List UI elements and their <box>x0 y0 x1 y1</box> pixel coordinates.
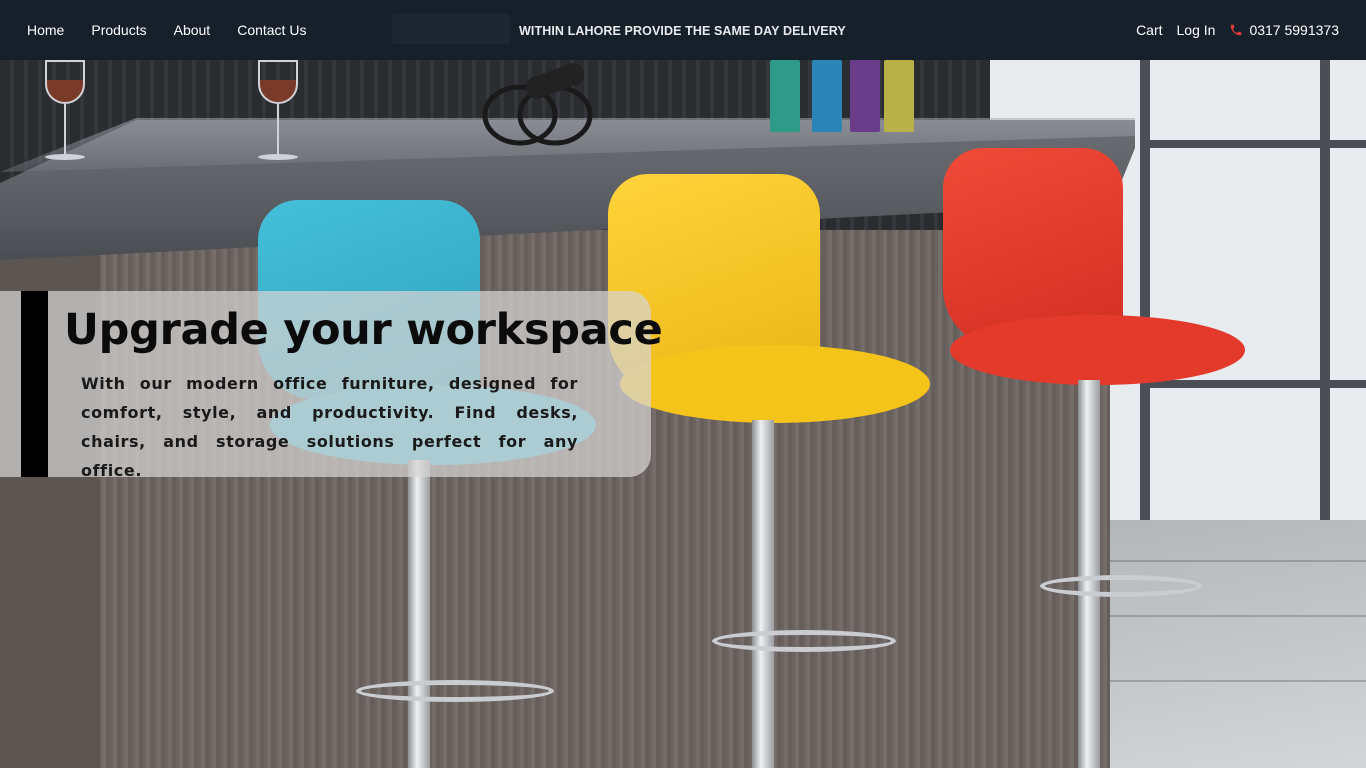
stool-pole <box>1078 380 1100 768</box>
nav-home-link[interactable]: Home <box>27 22 64 38</box>
seat <box>950 315 1245 385</box>
foot-ring <box>712 630 896 652</box>
hero-headline: Upgrade your workspace <box>64 305 663 355</box>
phone-contact[interactable]: 0317 5991373 <box>1229 22 1339 38</box>
top-navbar: Home Products About Contact Us WITHIN LA… <box>0 0 1366 60</box>
promo-shade <box>392 14 510 44</box>
delivery-promo-text: WITHIN LAHORE PROVIDE THE SAME DAY DELIV… <box>519 24 846 38</box>
wine-rack-icon <box>482 63 593 146</box>
nav-about-link[interactable]: About <box>174 22 211 38</box>
stool-pole <box>752 420 774 768</box>
window-frame <box>1320 60 1330 530</box>
nav-actions: Cart Log In 0317 5991373 <box>1136 22 1339 38</box>
foot-ring <box>1040 575 1202 597</box>
hero-subtext: With our modern office furniture, design… <box>81 374 578 480</box>
nav-contact-link[interactable]: Contact Us <box>237 22 306 38</box>
window-frame <box>1140 140 1366 148</box>
window-frame <box>1140 60 1150 530</box>
bottle <box>884 60 914 132</box>
bottle <box>850 60 880 132</box>
phone-number: 0317 5991373 <box>1249 22 1339 38</box>
wine-glass-icon <box>45 60 85 170</box>
login-link[interactable]: Log In <box>1177 22 1216 38</box>
bottle <box>812 60 842 132</box>
foot-ring <box>356 680 554 702</box>
hero-text-panel: Upgrade your workspace With our modern o… <box>0 291 663 480</box>
wine-glass-icon <box>258 60 298 170</box>
nav-products-link[interactable]: Products <box>91 22 146 38</box>
cart-link[interactable]: Cart <box>1136 22 1162 38</box>
phone-icon <box>1231 24 1242 36</box>
accent-bar <box>21 291 48 477</box>
nav-links: Home Products About Contact Us <box>27 22 306 38</box>
seat <box>620 345 930 423</box>
window-frame <box>1140 380 1366 388</box>
stool-pole <box>408 460 430 768</box>
bottle <box>770 60 800 132</box>
